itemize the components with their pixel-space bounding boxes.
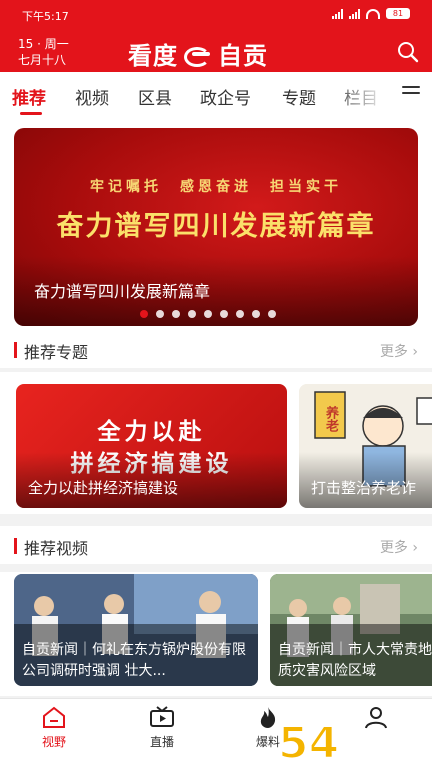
date-block: 15 · 周一 七月十八 <box>18 36 69 68</box>
chevron-right-icon: › <box>412 540 418 556</box>
home-icon <box>43 706 65 728</box>
topic-card-line1: 全力以赴 <box>97 418 206 445</box>
app-logo: 看度 自贡 <box>128 36 268 71</box>
logo-right-text: 自贡 <box>218 42 268 70</box>
channel-menu-icon[interactable] <box>402 86 420 102</box>
carousel-dot[interactable] <box>220 310 228 318</box>
date-line2: 七月十八 <box>18 53 67 67</box>
topics-title: 推荐专题 <box>24 343 89 362</box>
tab-topic[interactable]: 专题 <box>282 84 316 109</box>
tab-government[interactable]: 政企号 <box>200 84 251 109</box>
carousel-dot[interactable] <box>268 310 276 318</box>
search-icon[interactable] <box>396 40 420 64</box>
status-icons: 81 <box>332 8 410 19</box>
battery-icon: 81 <box>386 8 410 19</box>
banner-slogan: 牢记嘱托 感恩奋进 担当实干 <box>90 179 342 195</box>
channel-tabs: 推荐 视频 区县 政企号 专题 栏目 <box>0 72 432 116</box>
topics-more-link[interactable]: 更多 › <box>380 341 418 361</box>
topics-more-label: 更多 <box>379 344 408 360</box>
carousel-dot[interactable] <box>204 310 212 318</box>
header: 下午5:17 81 15 · 周一 七月十八 看度 自贡 <box>0 0 432 72</box>
battery-level: 81 <box>392 9 404 18</box>
svg-text:手游网: 手游网 <box>338 734 404 760</box>
section-accent-bar <box>14 342 17 358</box>
carousel-dot[interactable] <box>156 310 164 318</box>
tab-recommend[interactable]: 推荐 <box>12 84 46 109</box>
videos-header: 推荐视频 更多 › <box>0 526 432 564</box>
status-time: 下午5:17 <box>22 10 69 23</box>
banner-caption: 奋力谱写四川发展新篇章 <box>34 282 211 301</box>
nav-item-live[interactable]: 直播 <box>126 705 198 750</box>
topic-card[interactable]: 全力以赴 拼经济搞建设 全力以赴拼经济搞建设 <box>16 384 287 508</box>
topics-cards: 全力以赴 拼经济搞建设 全力以赴拼经济搞建设 $ 养老 打击整治养老诈 <box>0 372 432 514</box>
topic-card-caption: 打击整治养老诈 <box>311 479 417 497</box>
video-cards: 自贡新闻｜何礼在东方锅炉股份有限公司调研时强调 壮大... 自贡新闻｜市人大常责… <box>0 572 432 696</box>
videos-more-link[interactable]: 更多 › <box>380 537 418 557</box>
videos-more-label: 更多 <box>379 540 408 556</box>
carousel-dot[interactable] <box>252 310 260 318</box>
carousel-dot[interactable] <box>188 310 196 318</box>
banner-section: 牢记嘱托 感恩奋进 担当实干 奋力谱写四川发展新篇章 奋力谱写四川发展新篇章 <box>0 116 432 336</box>
video-card[interactable]: 自贡新闻｜市人大常责地质灾害风险区域 <box>270 574 432 686</box>
tabs-fade <box>330 72 402 116</box>
video-card[interactable]: 自贡新闻｜何礼在东方锅炉股份有限公司调研时强调 壮大... <box>14 574 258 686</box>
banner-carousel[interactable]: 牢记嘱托 感恩奋进 担当实干 奋力谱写四川发展新篇章 奋力谱写四川发展新篇章 <box>14 128 418 326</box>
signal-icon <box>332 8 343 19</box>
logo-mark-icon <box>184 45 212 67</box>
video-card-caption: 自贡新闻｜何礼在东方锅炉股份有限公司调研时强调 壮大... <box>22 642 246 679</box>
banner-heading: 奋力谱写四川发展新篇章 <box>56 211 376 242</box>
tab-video[interactable]: 视频 <box>75 84 109 109</box>
signal-icon-2 <box>349 8 360 19</box>
date-line1: 15 · 周一 <box>18 37 69 51</box>
topics-header: 推荐专题 更多 › <box>0 330 432 368</box>
svg-text:54: 54 <box>278 718 339 768</box>
wifi-icon <box>366 8 380 19</box>
video-card-caption: 自贡新闻｜市人大常责地质灾害风险区域 <box>278 642 432 679</box>
carousel-dot[interactable] <box>236 310 244 318</box>
nav-label-home: 视野 <box>41 735 66 749</box>
tab-district[interactable]: 区县 <box>138 84 172 109</box>
section-accent-bar <box>14 538 17 554</box>
status-bar: 下午5:17 81 <box>0 0 432 28</box>
topic-card-tag: 养老 <box>323 406 338 432</box>
app-screen: 下午5:17 81 15 · 周一 七月十八 看度 自贡 推荐 视频 区县 政企… <box>0 0 432 768</box>
carousel-dots <box>140 310 276 318</box>
active-tab-indicator <box>20 112 42 115</box>
chevron-right-icon: › <box>412 344 418 360</box>
topic-card-caption: 全力以赴拼经济搞建设 <box>28 479 179 497</box>
nav-label-live: 直播 <box>149 735 174 749</box>
topic-card[interactable]: $ 养老 打击整治养老诈 <box>299 384 432 508</box>
tv-icon <box>150 706 174 727</box>
site-watermark-logo: 54 手游网 <box>277 717 405 768</box>
nav-item-home[interactable]: 视野 <box>18 705 90 750</box>
carousel-dot[interactable] <box>172 310 180 318</box>
videos-title: 推荐视频 <box>24 539 89 558</box>
carousel-dot[interactable] <box>140 310 148 318</box>
logo-left-text: 看度 <box>128 42 178 70</box>
